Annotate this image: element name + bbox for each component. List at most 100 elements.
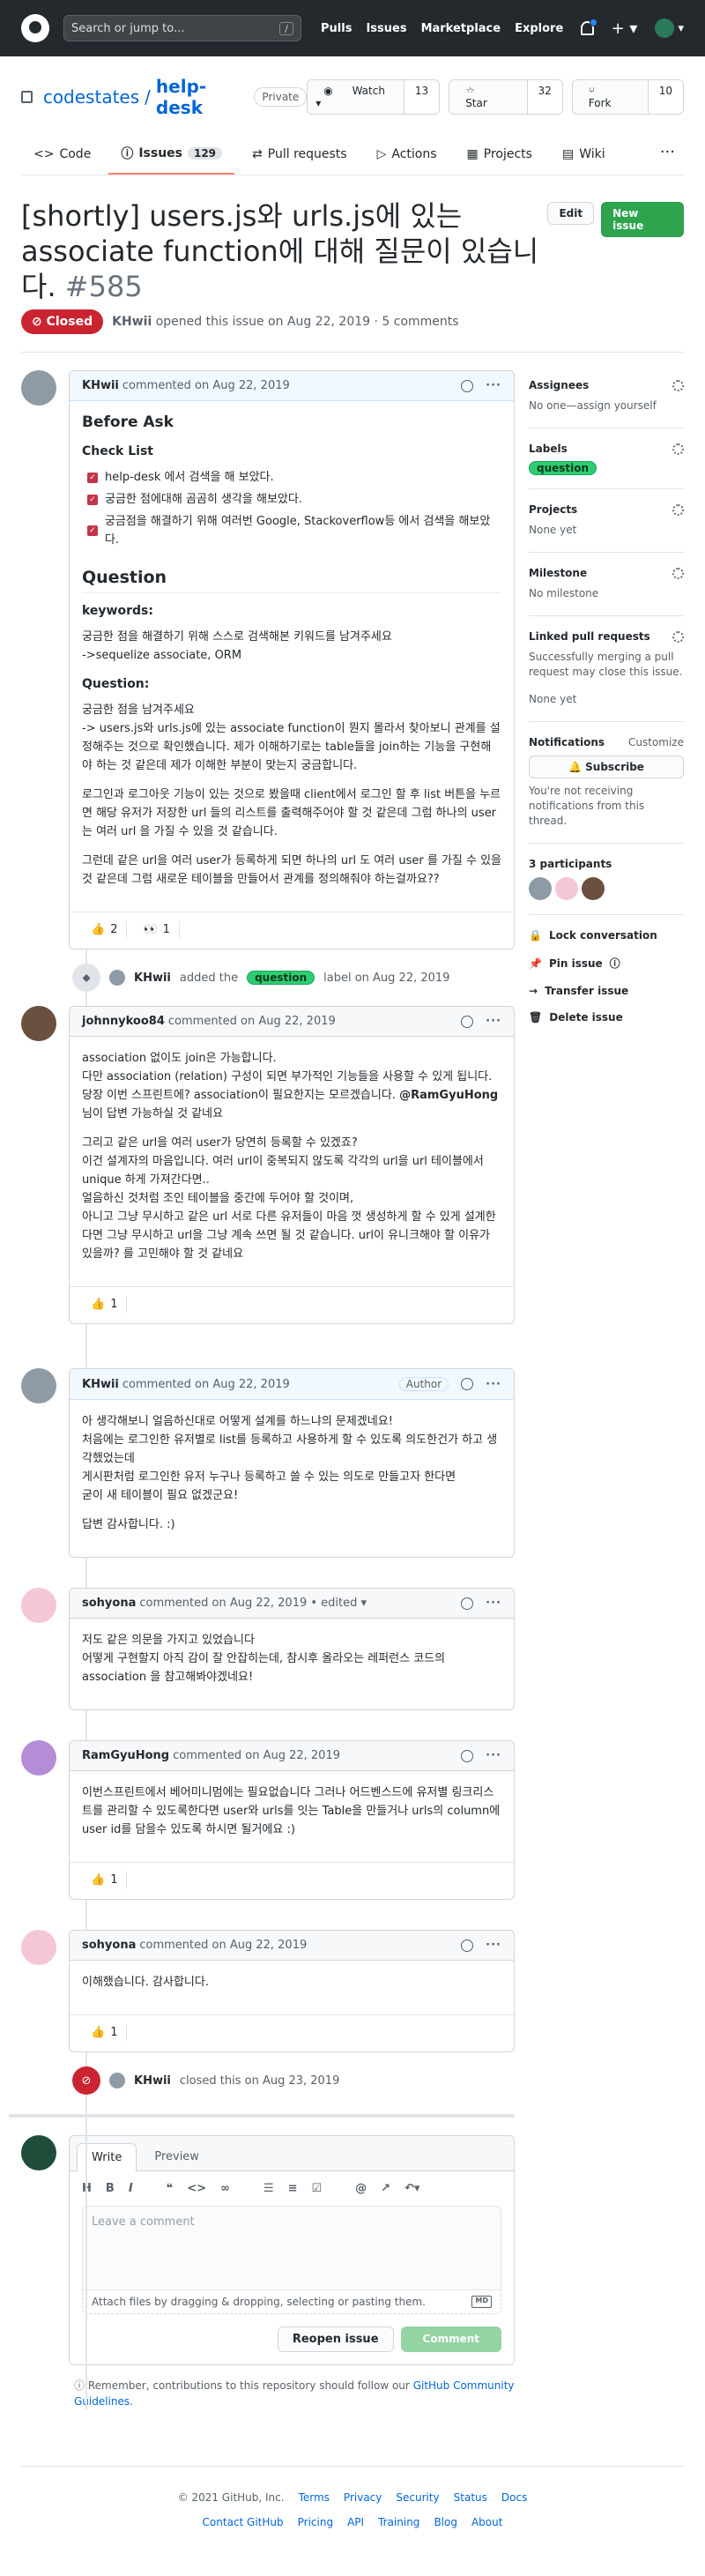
avatar[interactable] bbox=[21, 1740, 56, 1776]
kebab-horizontal-icon[interactable]: ··· bbox=[486, 1597, 501, 1610]
footer-link-api[interactable]: API bbox=[347, 2516, 364, 2528]
avatar[interactable] bbox=[21, 370, 56, 406]
attach-files-area[interactable]: Attach files by dragging & dropping, sel… bbox=[82, 2290, 501, 2314]
gear-icon[interactable] bbox=[672, 379, 684, 391]
thumbs-up-reaction[interactable]: 👍 1 bbox=[82, 1296, 128, 1313]
comment-author[interactable]: sohyona bbox=[82, 1597, 136, 1610]
repo-name[interactable]: help-desk bbox=[156, 76, 242, 118]
smiley-icon[interactable] bbox=[461, 1597, 474, 1610]
smiley-icon[interactable] bbox=[461, 1378, 474, 1390]
tab-wiki[interactable]: ▤ Wiki bbox=[550, 138, 618, 175]
checkbox-icon[interactable]: ✓ bbox=[87, 494, 98, 505]
comment-author[interactable]: KHwii bbox=[82, 379, 119, 392]
bold-icon[interactable]: B bbox=[106, 2182, 115, 2195]
footer-link-about[interactable]: About bbox=[471, 2516, 502, 2528]
edit-button[interactable]: Edit bbox=[547, 202, 595, 225]
comment-author[interactable]: sohyona bbox=[82, 1939, 136, 1952]
kebab-horizontal-icon[interactable]: ··· bbox=[486, 1378, 501, 1391]
watch-count[interactable]: 13 bbox=[403, 80, 440, 114]
smiley-icon[interactable] bbox=[461, 1939, 474, 1952]
subscribe-button[interactable]: 🔔 Subscribe bbox=[529, 756, 684, 778]
comment-textarea[interactable]: Leave a comment bbox=[82, 2206, 501, 2290]
star-button[interactable]: ☆ Star 32 bbox=[449, 79, 563, 115]
watch-button[interactable]: ◉ Watch ▾ 13 bbox=[307, 79, 441, 115]
checkbox-icon[interactable]: ✓ bbox=[87, 472, 98, 483]
bell-icon[interactable] bbox=[580, 19, 597, 35]
pin-issue-link[interactable]: 📌 Pin issue ⓘ bbox=[529, 949, 684, 978]
fork-button[interactable]: ⑂ Fork 10 bbox=[571, 79, 685, 115]
comment-author[interactable]: johnnykoo84 bbox=[82, 1015, 165, 1028]
user-menu[interactable]: ▾ bbox=[655, 19, 684, 38]
comment-button[interactable]: Comment bbox=[400, 2327, 501, 2352]
avatar[interactable] bbox=[21, 1368, 56, 1403]
thumbs-up-reaction[interactable]: 👍 2 bbox=[82, 921, 128, 938]
quote-icon[interactable]: ❝ bbox=[167, 2182, 174, 2195]
plus-dropdown-icon[interactable]: + ▾ bbox=[612, 19, 638, 38]
more-icon[interactable]: ··· bbox=[651, 138, 684, 175]
comment-author[interactable]: KHwii bbox=[82, 1378, 119, 1391]
new-issue-button[interactable]: New issue bbox=[601, 202, 684, 237]
avatar[interactable] bbox=[529, 877, 552, 900]
cross-reference-icon[interactable]: ↗ bbox=[381, 2182, 390, 2195]
kebab-horizontal-icon[interactable]: ··· bbox=[486, 379, 501, 392]
reopen-issue-button[interactable]: Reopen issue bbox=[277, 2327, 394, 2352]
transfer-issue-link[interactable]: → Transfer issue bbox=[529, 978, 684, 1004]
tab-preview[interactable]: Preview bbox=[140, 2143, 213, 2170]
avatar[interactable] bbox=[21, 2135, 56, 2170]
github-logo-icon[interactable] bbox=[21, 14, 49, 42]
nav-issues[interactable]: Issues bbox=[366, 22, 406, 35]
avatar[interactable] bbox=[109, 970, 125, 986]
kebab-horizontal-icon[interactable]: ··· bbox=[486, 1749, 501, 1762]
unordered-list-icon[interactable]: ☰ bbox=[263, 2182, 274, 2195]
avatar[interactable] bbox=[582, 877, 605, 900]
footer-link-security[interactable]: Security bbox=[396, 2491, 439, 2504]
thumbs-up-reaction[interactable]: 👍 1 bbox=[82, 1872, 128, 1888]
avatar[interactable] bbox=[21, 1006, 56, 1041]
tab-projects[interactable]: ▦ Projects bbox=[455, 138, 545, 175]
tab-actions[interactable]: ▷ Actions bbox=[365, 138, 449, 175]
kebab-horizontal-icon[interactable]: ··· bbox=[486, 1015, 501, 1028]
avatar[interactable] bbox=[21, 1588, 56, 1623]
footer-link-privacy[interactable]: Privacy bbox=[344, 2491, 382, 2504]
lock-conversation-link[interactable]: 🔒 Lock conversation bbox=[529, 922, 684, 949]
repo-owner[interactable]: codestates bbox=[43, 86, 139, 108]
tab-pull-requests[interactable]: ⇄ Pull requests bbox=[240, 138, 360, 175]
gear-icon[interactable] bbox=[672, 503, 684, 516]
customize-link[interactable]: Customize bbox=[628, 736, 684, 748]
star-count[interactable]: 32 bbox=[526, 80, 562, 114]
task-list-icon[interactable]: ☑ bbox=[312, 2182, 323, 2195]
code-icon[interactable]: <> bbox=[187, 2182, 206, 2195]
search-input[interactable]: Search or jump to... / bbox=[63, 15, 301, 41]
smiley-icon[interactable] bbox=[461, 379, 474, 392]
delete-issue-link[interactable]: 🗑 Delete issue bbox=[529, 1004, 684, 1031]
nav-marketplace[interactable]: Marketplace bbox=[421, 22, 501, 35]
kebab-horizontal-icon[interactable]: ··· bbox=[486, 1939, 501, 1952]
mention-icon[interactable]: @ bbox=[355, 2182, 367, 2195]
footer-link-terms[interactable]: Terms bbox=[299, 2491, 330, 2504]
avatar[interactable] bbox=[109, 2073, 125, 2088]
tab-issues[interactable]: ⓘ Issues 129 bbox=[108, 138, 235, 175]
tab-code[interactable]: <> Code bbox=[21, 138, 103, 175]
footer-link-training[interactable]: Training bbox=[378, 2516, 419, 2528]
avatar[interactable] bbox=[555, 877, 578, 900]
nav-pulls[interactable]: Pulls bbox=[321, 22, 352, 35]
assignees-value[interactable]: No one—assign yourself bbox=[529, 398, 684, 413]
italic-icon[interactable]: I bbox=[129, 2182, 133, 2195]
issue-author-link[interactable]: KHwii bbox=[112, 315, 152, 329]
gear-icon[interactable] bbox=[672, 630, 684, 643]
reply-icon[interactable]: ↶▾ bbox=[404, 2182, 419, 2195]
event-actor[interactable]: KHwii bbox=[134, 2074, 171, 2088]
checkbox-icon[interactable]: ✓ bbox=[87, 525, 98, 536]
footer-link-docs[interactable]: Docs bbox=[501, 2491, 527, 2504]
footer-link-status[interactable]: Status bbox=[454, 2491, 487, 2504]
gear-icon[interactable] bbox=[672, 567, 684, 579]
ordered-list-icon[interactable]: ≡ bbox=[288, 2182, 298, 2195]
fork-count[interactable]: 10 bbox=[647, 80, 684, 114]
nav-explore[interactable]: Explore bbox=[515, 22, 563, 35]
chevron-down-icon[interactable]: ▾ bbox=[357, 1597, 367, 1610]
event-actor[interactable]: KHwii bbox=[134, 972, 171, 985]
smiley-icon[interactable] bbox=[461, 1749, 474, 1762]
eyes-reaction[interactable]: 👀 1 bbox=[134, 921, 180, 938]
footer-link-contact[interactable]: Contact GitHub bbox=[203, 2516, 284, 2528]
question-label[interactable]: question bbox=[529, 461, 597, 475]
